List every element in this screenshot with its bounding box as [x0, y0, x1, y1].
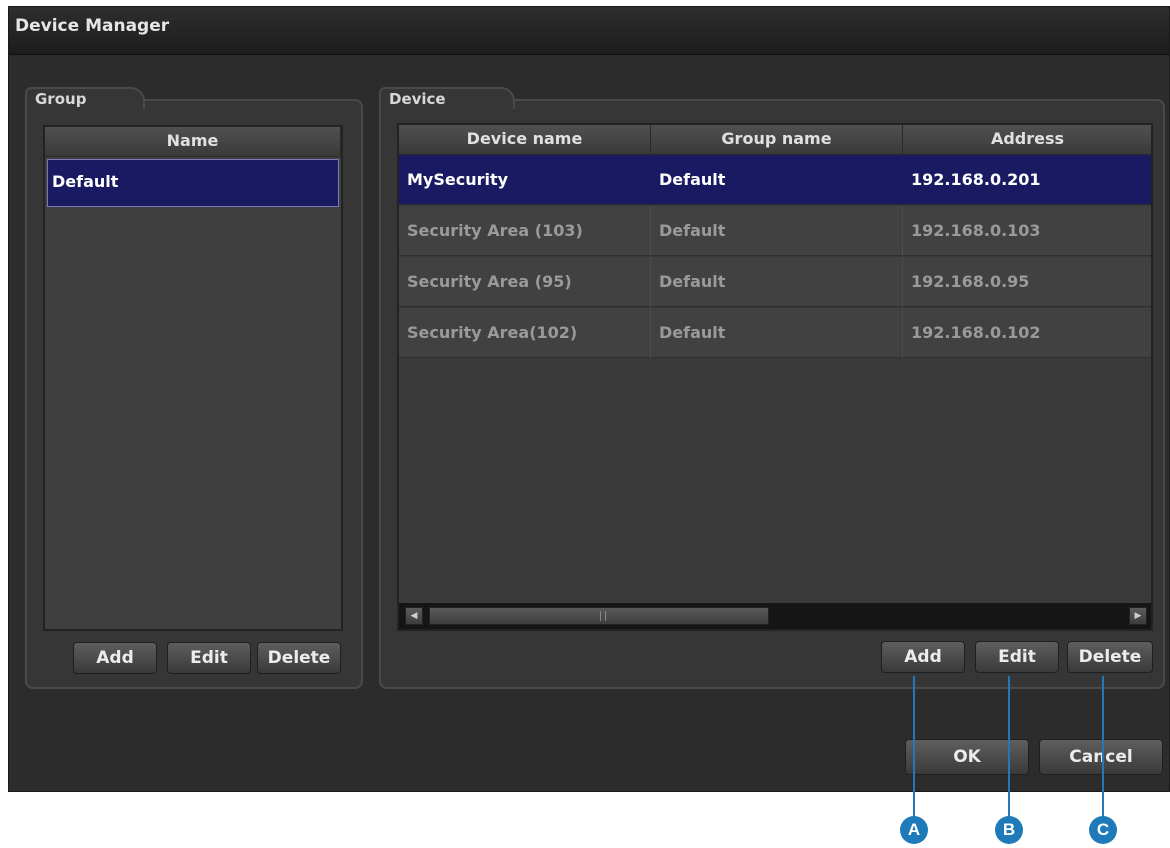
group-panel: Group Name Default Add Edit Delete [25, 87, 363, 689]
scrollbar-thumb[interactable] [429, 607, 769, 625]
grip-icon [600, 611, 606, 621]
device-name-cell: Security Area (95) [399, 257, 651, 307]
device-edit-button[interactable]: Edit [975, 641, 1059, 673]
device-add-button[interactable]: Add [881, 641, 965, 673]
device-table[interactable]: Device name Group name Address MySecurit… [397, 123, 1153, 631]
group-name-cell: Default [651, 155, 903, 205]
ok-button[interactable]: OK [905, 739, 1029, 775]
address-cell: 192.168.0.103 [903, 206, 1151, 256]
column-group-name[interactable]: Group name [651, 125, 903, 155]
device-row[interactable]: MySecurity Default 192.168.0.201 [399, 155, 1151, 205]
address-cell: 192.168.0.201 [903, 155, 1151, 205]
group-edit-button[interactable]: Edit [167, 642, 251, 674]
column-device-name[interactable]: Device name [399, 125, 651, 155]
cancel-button[interactable]: Cancel [1039, 739, 1163, 775]
device-panel: Device Device name Group name Address My… [379, 87, 1165, 689]
window-title: Device Manager [15, 16, 170, 36]
device-name-cell: Security Area(102) [399, 308, 651, 358]
device-row[interactable]: Security Area(102) Default 192.168.0.102 [399, 308, 1151, 358]
horizontal-scrollbar[interactable]: ◀ ▶ [399, 603, 1151, 629]
callout-line-c [1102, 676, 1104, 820]
device-panel-tab: Device [379, 87, 515, 109]
callout-line-b [1008, 676, 1010, 820]
group-name-cell: Default [651, 308, 903, 358]
callout-a: A [900, 816, 928, 844]
group-panel-tab: Group [25, 87, 145, 109]
device-manager-window: Device Manager Group Name Default Add Ed… [8, 6, 1170, 792]
scroll-left-icon[interactable]: ◀ [405, 607, 423, 625]
device-delete-button[interactable]: Delete [1067, 641, 1153, 673]
group-column-name[interactable]: Name [45, 127, 341, 157]
group-list[interactable]: Name Default [43, 125, 343, 631]
device-name-cell: Security Area (103) [399, 206, 651, 256]
group-delete-button[interactable]: Delete [257, 642, 341, 674]
group-add-button[interactable]: Add [73, 642, 157, 674]
device-name-cell: MySecurity [399, 155, 651, 205]
column-address[interactable]: Address [903, 125, 1151, 155]
callout-c: C [1089, 816, 1117, 844]
title-bar[interactable]: Device Manager [9, 7, 1169, 55]
callout-b: B [995, 816, 1023, 844]
device-row[interactable]: Security Area (95) Default 192.168.0.95 [399, 257, 1151, 307]
group-name-cell: Default [651, 257, 903, 307]
scroll-right-icon[interactable]: ▶ [1129, 607, 1147, 625]
group-list-item[interactable]: Default [47, 159, 339, 207]
address-cell: 192.168.0.95 [903, 257, 1151, 307]
group-name-cell: Default [651, 206, 903, 256]
callout-line-a [913, 676, 915, 820]
address-cell: 192.168.0.102 [903, 308, 1151, 358]
device-row[interactable]: Security Area (103) Default 192.168.0.10… [399, 206, 1151, 256]
